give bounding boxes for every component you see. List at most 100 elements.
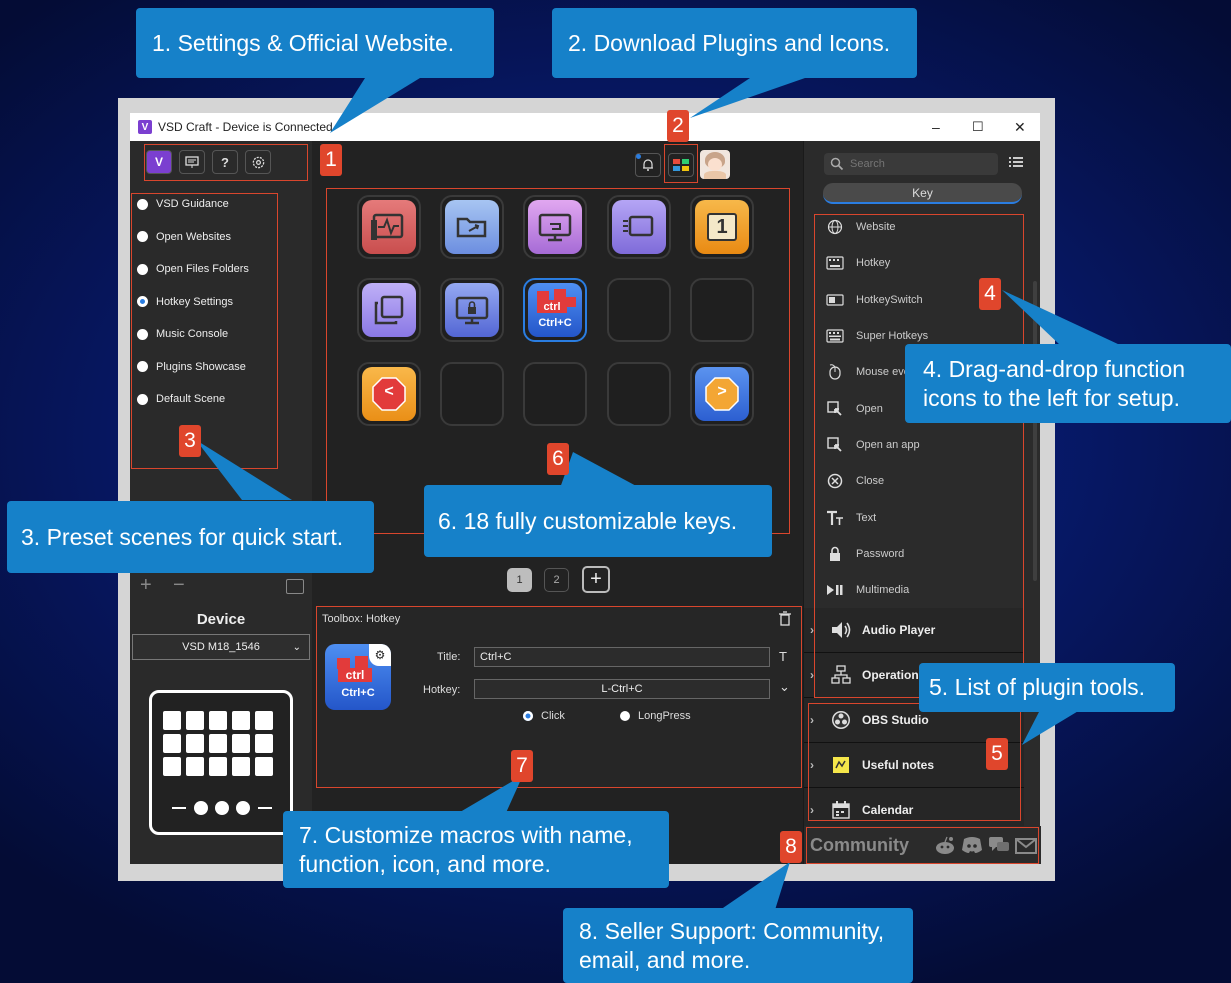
title-input[interactable]: Ctrl+C <box>474 647 770 667</box>
key-11-prev-page[interactable]: < <box>357 362 421 426</box>
folder-open-icon <box>456 217 487 238</box>
email-icon[interactable] <box>1015 838 1037 859</box>
icon-settings-gear-icon[interactable]: ⚙ <box>369 644 391 666</box>
key-10-empty[interactable] <box>690 278 754 342</box>
function-item-label: Super Hotkeys <box>856 330 929 343</box>
search-icon <box>830 157 844 171</box>
notes-icon <box>830 754 852 776</box>
search-box[interactable] <box>824 153 998 175</box>
key-9-empty[interactable] <box>607 278 671 342</box>
trash-icon[interactable] <box>778 611 792 631</box>
presentation-icon[interactable] <box>179 150 205 174</box>
scene-item[interactable]: Plugins Showcase <box>130 351 280 384</box>
key-5[interactable]: 1 <box>690 195 754 259</box>
plugin-item[interactable]: › Audio Player <box>804 608 1024 653</box>
window-switch-icon <box>623 215 654 237</box>
scene-item-label: Hotkey Settings <box>156 295 234 308</box>
page-2-button[interactable]: 2 <box>544 568 569 592</box>
click-radio[interactable]: Click <box>523 710 565 722</box>
device-key-cell <box>255 734 273 753</box>
chevron-right-icon: › <box>810 713 814 727</box>
longpress-radio[interactable]: LongPress <box>620 710 691 722</box>
function-item[interactable]: Multimedia <box>804 572 1019 608</box>
tab-key[interactable]: Key <box>823 183 1022 204</box>
scene-item[interactable]: Default Scene <box>130 383 280 416</box>
key-4[interactable] <box>607 195 671 259</box>
maximize-button[interactable]: ☐ <box>972 119 984 135</box>
scene-settings-icon[interactable] <box>286 579 304 594</box>
function-item-label: Multimedia <box>856 584 910 597</box>
system-monitor-icon <box>371 213 404 240</box>
vsd-logo-button[interactable]: V <box>146 150 172 174</box>
function-item[interactable]: Password <box>804 536 1019 572</box>
discord-icon[interactable] <box>961 836 983 859</box>
key-2[interactable] <box>440 195 504 259</box>
list-view-icon[interactable] <box>1009 155 1023 174</box>
scene-item-label: Music Console <box>156 328 229 341</box>
search-input[interactable] <box>850 158 990 170</box>
key-6[interactable] <box>357 278 421 342</box>
prev-symbol: < <box>384 383 394 400</box>
page-1-button[interactable]: 1 <box>507 568 532 592</box>
marker-5: 5 <box>986 738 1008 770</box>
plugin-item-label: Audio Player <box>862 623 936 637</box>
notification-bell-icon[interactable] <box>635 153 661 177</box>
close-button[interactable]: ✕ <box>1014 119 1026 136</box>
mouse-icon <box>826 363 844 381</box>
keyboard-icon <box>826 254 844 272</box>
reddit-icon[interactable] <box>934 835 956 860</box>
user-avatar[interactable] <box>700 150 730 179</box>
hotkey-chevron-down-icon[interactable]: ⌄ <box>779 679 790 695</box>
add-page-button[interactable]: + <box>582 566 610 593</box>
key-12-empty[interactable] <box>440 362 504 426</box>
function-item[interactable]: Open an app <box>804 427 1019 463</box>
toolbox-title: Toolbox: Hotkey <box>322 613 401 625</box>
callout-6: 6. 18 fully customizable keys. <box>424 485 772 557</box>
key-8-label: Ctrl+C <box>538 317 572 329</box>
device-key-cell <box>163 757 181 776</box>
toolbox-icon-label: Ctrl+C <box>341 687 375 699</box>
key-13-empty[interactable] <box>523 362 587 426</box>
function-item-label: Open <box>856 402 883 415</box>
add-scene-button[interactable]: + <box>140 574 152 597</box>
plugin-item-label: OBS Studio <box>862 713 929 727</box>
text-format-icon[interactable]: T <box>779 649 787 664</box>
function-item[interactable]: Close <box>804 463 1019 499</box>
chat-icon[interactable] <box>988 835 1010 860</box>
settings-gear-icon[interactable] <box>245 150 271 174</box>
function-item-label: Close <box>856 475 885 488</box>
device-key-cell <box>209 734 227 753</box>
callout-8: 8. Seller Support: Community, email, and… <box>563 908 913 983</box>
screen-return-icon <box>538 213 572 242</box>
scene-item[interactable]: Music Console <box>130 318 280 351</box>
device-select[interactable]: VSD M18_1546 ⌄ <box>132 634 310 660</box>
toolbox-key-icon[interactable]: ctrl Ctrl+C ⚙ <box>325 644 391 710</box>
key-15-next-page[interactable]: > <box>690 362 754 426</box>
close-circle-icon <box>826 472 844 490</box>
remove-scene-button[interactable]: − <box>173 574 185 597</box>
open-app-icon <box>826 436 844 454</box>
scene-item-label: Open Websites <box>156 230 232 243</box>
function-item[interactable]: Text <box>804 499 1019 535</box>
plugin-item-label: Useful notes <box>862 758 935 772</box>
scene-item[interactable]: VSD Guidance <box>130 188 280 221</box>
plugin-store-icon[interactable] <box>668 153 694 177</box>
key-7[interactable] <box>440 278 504 342</box>
scene-item[interactable]: Open Websites <box>130 221 280 254</box>
key-14-empty[interactable] <box>607 362 671 426</box>
function-item[interactable]: Hotkey <box>804 245 1019 281</box>
minimize-button[interactable]: – <box>932 119 940 135</box>
copy-windows-icon <box>374 295 404 325</box>
help-button[interactable]: ? <box>212 150 238 174</box>
device-key-cell <box>209 757 227 776</box>
hotkey-input[interactable]: L-Ctrl+C <box>474 679 770 699</box>
scene-item[interactable]: Open Files Folders <box>130 253 280 286</box>
key-1[interactable] <box>357 195 421 259</box>
community-bar: Community <box>804 826 1041 864</box>
key-3[interactable] <box>523 195 587 259</box>
key-8-ctrl-c[interactable]: ctrl Ctrl+C <box>523 278 587 342</box>
scene-item[interactable]: Hotkey Settings <box>130 286 280 319</box>
function-item[interactable]: Website <box>804 209 1019 245</box>
scrollbar[interactable] <box>1033 281 1037 581</box>
device-key-cell <box>255 711 273 730</box>
